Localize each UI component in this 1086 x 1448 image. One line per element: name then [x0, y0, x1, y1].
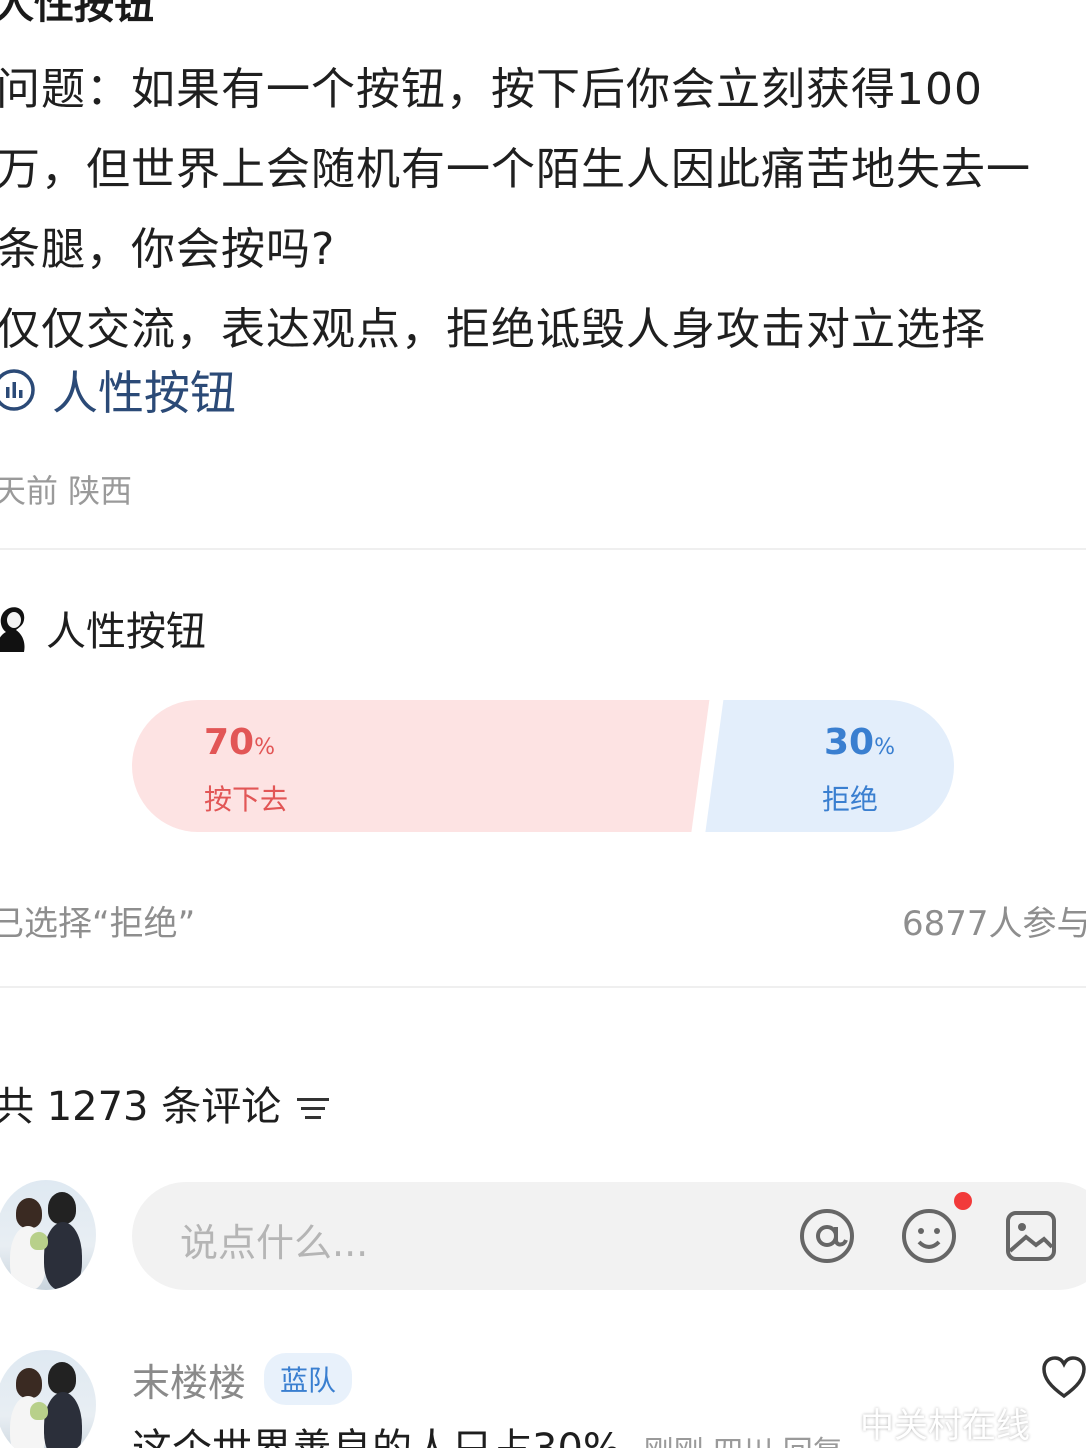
commenter-avatar[interactable]	[0, 1350, 96, 1448]
post-title: 人性按钮	[0, 0, 154, 28]
topic-link[interactable]: 人性按钮	[0, 360, 236, 420]
divider	[0, 986, 1086, 988]
comment-input[interactable]: 说点什么...	[132, 1182, 1086, 1290]
post-body-line: 条腿，你会按吗?	[0, 224, 336, 275]
comment-meta: 刚刚 四川 回复	[644, 1435, 843, 1448]
heart-outline-icon[interactable]	[1040, 1354, 1086, 1400]
divider	[0, 548, 1086, 550]
post-body: 问题：如果有一个按钮，按下后你会立刻获得100 万，但世界上会随机有一个陌生人因…	[0, 50, 1086, 370]
participant-count: 6877人参与	[902, 904, 1086, 944]
comment-input-placeholder: 说点什么...	[180, 1221, 369, 1265]
chosen-status: 已选择“拒绝”	[0, 904, 196, 944]
comment-count: 共 1273 条评论	[0, 1084, 282, 1130]
comments-header: 共 1273 条评论	[0, 1076, 331, 1130]
notification-dot	[954, 1192, 972, 1210]
comment-content: 这个世界善良的人只占30%	[132, 1426, 621, 1448]
comment-username: 末楼楼	[132, 1360, 247, 1405]
post-body-line: 问题：如果有一个按钮，按下后你会立刻获得100	[0, 64, 983, 115]
my-avatar[interactable]	[0, 1180, 96, 1290]
sort-lines-icon[interactable]	[295, 1088, 331, 1119]
post-detail-page: 人性按钮 问题：如果有一个按钮，按下后你会立刻获得100 万，但世界上会随机有一…	[0, 0, 1086, 1448]
comment-body: 这个世界善良的人只占30% 刚刚 四川 回复	[132, 1416, 843, 1448]
at-sign-icon[interactable]	[798, 1207, 856, 1265]
post-meta: 天前 陕西	[0, 472, 133, 510]
option-press-percent: 70%	[204, 722, 276, 763]
poll-icon	[0, 368, 36, 412]
poll-header: 人性按钮	[0, 600, 206, 656]
poll-name: 人性按钮	[46, 609, 206, 655]
option-press-label: 按下去	[204, 783, 289, 816]
post-body-line: 万，但世界上会随机有一个陌生人因此痛苦地失去一	[0, 144, 1031, 195]
option-refuse-label: 拒绝	[822, 783, 879, 816]
vote-bar: 70% 按下去 30% 拒绝	[132, 700, 954, 832]
image-icon[interactable]	[1002, 1207, 1060, 1265]
smiley-icon[interactable]	[900, 1207, 958, 1265]
comment-author[interactable]: 末楼楼 蓝队	[132, 1353, 353, 1405]
team-badge: 蓝队	[264, 1353, 353, 1405]
poll-avatar	[0, 604, 32, 652]
watermark: 中关村在线	[860, 1406, 1030, 1446]
topic-label: 人性按钮	[52, 366, 236, 420]
option-refuse-percent: 30%	[824, 722, 896, 763]
